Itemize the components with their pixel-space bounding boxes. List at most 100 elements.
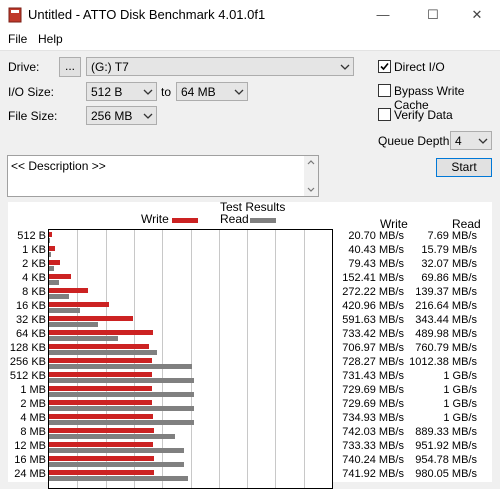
write-value-label: 591.63 MB/s: [342, 314, 404, 326]
description-text: << Description >>: [11, 159, 106, 173]
read-bar: [49, 434, 175, 439]
read-bar: [49, 462, 185, 467]
category-label: 4 MB: [20, 412, 46, 424]
write-value-label: 733.33 MB/s: [342, 440, 404, 452]
write-bar: [49, 358, 153, 363]
category-label: 1 KB: [22, 244, 46, 256]
write-bar: [49, 386, 153, 391]
read-value-label: 954.78 MB/s: [415, 454, 477, 466]
category-label: 256 KB: [9, 356, 46, 368]
category-label: 512 B: [17, 230, 46, 242]
app-icon: [8, 7, 22, 23]
write-value-label: 20.70 MB/s: [348, 230, 404, 242]
menu-help[interactable]: Help: [38, 32, 63, 46]
io-from-value: 512 B: [91, 85, 123, 99]
read-bar: [49, 364, 193, 369]
menu-file[interactable]: File: [8, 32, 27, 46]
legend-read-label: Read: [220, 212, 249, 226]
read-value-label: 760.79 MB/s: [415, 342, 477, 354]
read-bar: [49, 336, 119, 341]
read-value-label: 1 GB/s: [443, 398, 477, 410]
category-label: 16 MB: [14, 454, 46, 466]
io-to-label: to: [161, 85, 172, 99]
start-button[interactable]: Start: [436, 158, 492, 177]
chevron-down-icon: [143, 89, 153, 95]
read-value-label: 343.44 MB/s: [415, 314, 477, 326]
file-size-select[interactable]: 256 MB: [86, 106, 157, 125]
category-label: 8 KB: [22, 286, 46, 298]
read-value-label: 951.92 MB/s: [415, 440, 477, 452]
drive-browse-button[interactable]: ...: [59, 57, 81, 77]
read-bar: [49, 420, 194, 425]
write-bar: [49, 302, 109, 307]
queue-depth-label: Queue Depth:: [378, 134, 453, 148]
write-bar: [49, 246, 55, 251]
file-size-label: File Size:: [8, 109, 58, 123]
direct-io-label[interactable]: Direct I/O: [394, 60, 445, 74]
write-bar: [49, 316, 133, 321]
read-value-label: 980.05 MB/s: [415, 468, 477, 480]
description-textarea[interactable]: << Description >>: [7, 155, 319, 197]
category-label: 32 KB: [16, 314, 46, 326]
category-label: 24 MB: [14, 468, 46, 480]
write-bar: [49, 372, 153, 377]
read-value-label: 1012.38 MB/s: [409, 356, 477, 368]
read-bar: [49, 476, 188, 481]
legend-write-label: Write: [141, 212, 169, 226]
verify-data-checkbox[interactable]: [378, 108, 391, 121]
legend-read-swatch: [250, 218, 276, 223]
write-bar: [49, 428, 154, 433]
io-size-from-select[interactable]: 512 B: [86, 82, 157, 101]
minimize-button[interactable]: —: [360, 0, 406, 30]
read-value-label: 1 GB/s: [443, 384, 477, 396]
category-label: 2 MB: [20, 398, 46, 410]
write-value-label: 40.43 MB/s: [348, 244, 404, 256]
chevron-down-icon: [143, 113, 153, 119]
maximize-button[interactable]: ☐: [410, 0, 456, 30]
read-value-label: 889.33 MB/s: [415, 426, 477, 438]
queue-depth-select[interactable]: 4: [450, 131, 492, 150]
write-bar: [49, 260, 61, 265]
read-bar: [49, 448, 184, 453]
write-value-label: 729.69 MB/s: [342, 384, 404, 396]
drive-label: Drive:: [8, 60, 40, 74]
read-value-label: 216.64 MB/s: [415, 300, 477, 312]
direct-io-checkbox[interactable]: [378, 60, 391, 73]
io-size-label: I/O Size:: [8, 85, 55, 99]
category-label: 2 KB: [22, 258, 46, 270]
write-value-label: 729.69 MB/s: [342, 398, 404, 410]
scroll-arrows-icon: [307, 160, 315, 192]
verify-data-label[interactable]: Verify Data: [394, 108, 453, 122]
bypass-write-cache-checkbox[interactable]: [378, 84, 391, 97]
write-bar: [49, 470, 154, 475]
read-value-label: 1 GB/s: [443, 370, 477, 382]
write-bar: [49, 456, 154, 461]
read-bar: [49, 392, 194, 397]
description-scrollbar[interactable]: [304, 156, 318, 196]
write-value-label: 706.97 MB/s: [342, 342, 404, 354]
write-value-label: 740.24 MB/s: [342, 454, 404, 466]
read-value-label: 32.07 MB/s: [421, 258, 477, 270]
write-value-label: 79.43 MB/s: [348, 258, 404, 270]
read-bar: [49, 238, 51, 243]
write-bar: [49, 344, 150, 349]
io-size-to-select[interactable]: 64 MB: [176, 82, 248, 101]
write-value-label: 734.93 MB/s: [342, 412, 404, 424]
category-label: 12 MB: [14, 440, 46, 452]
close-button[interactable]: ✕: [454, 0, 500, 30]
read-value-label: 1 GB/s: [443, 412, 477, 424]
queue-depth-value: 4: [455, 134, 462, 148]
title-bar: Untitled - ATTO Disk Benchmark 4.01.0f1 …: [0, 0, 500, 30]
read-column-header: Read: [452, 217, 481, 231]
drive-select[interactable]: (G:) T7: [86, 57, 354, 76]
read-bar: [49, 350, 157, 355]
legend-write-swatch: [172, 218, 198, 223]
write-bar: [49, 274, 71, 279]
file-size-value: 256 MB: [91, 109, 133, 123]
chevron-down-icon: [234, 89, 244, 95]
write-bar: [49, 400, 153, 405]
read-value-label: 15.79 MB/s: [421, 244, 477, 256]
read-bar: [49, 378, 194, 383]
write-value-label: 272.22 MB/s: [342, 286, 404, 298]
category-label: 128 KB: [9, 342, 46, 354]
